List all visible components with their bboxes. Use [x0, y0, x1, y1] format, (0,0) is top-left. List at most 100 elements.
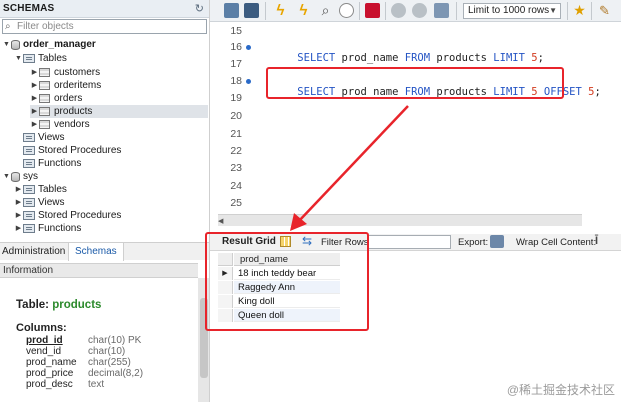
tree-folder-views[interactable]: Views [23, 131, 65, 144]
row-marker[interactable] [218, 281, 233, 294]
keyword: LIMIT [493, 52, 525, 64]
tree-folder-tables[interactable]: ▼ Tables [14, 52, 67, 65]
tree-sys-stored-procedures[interactable]: ▶ Stored Procedures [14, 209, 122, 222]
execute-current-icon[interactable]: ϟ [296, 3, 311, 18]
stop-icon[interactable] [339, 3, 354, 18]
limit-rows-value: Limit to 1000 rows [468, 5, 550, 16]
info-column-row: vend_id char(10) [26, 346, 125, 357]
sql-editor[interactable]: 15 16 17 18 19 20 21 22 23 24 25 SELECT … [210, 22, 621, 214]
collapsed-arrow-icon[interactable]: ▶ [30, 118, 39, 131]
execute-icon[interactable]: ϟ [273, 3, 288, 18]
tab-schemas[interactable]: Schemas [68, 243, 124, 261]
folder-icon [23, 158, 35, 168]
scroll-left-icon[interactable]: ◀ [218, 217, 223, 225]
refresh-icon[interactable]: ↻ [195, 2, 204, 15]
identifier: products [430, 86, 494, 98]
table-row[interactable]: Raggedy Ann [234, 281, 340, 294]
tree-sys-views[interactable]: ▶ Views [14, 196, 65, 209]
folder-icon [23, 211, 35, 220]
filter-objects-input[interactable] [17, 20, 202, 33]
information-header: Information [0, 263, 198, 278]
tree-table-vendors[interactable]: ▶ vendors [30, 118, 90, 131]
tree-label: Stored Procedures [38, 145, 122, 156]
folder-icon [23, 185, 35, 194]
table-icon [39, 107, 50, 116]
table-row[interactable]: King doll [234, 295, 340, 308]
commit-icon[interactable] [391, 3, 406, 18]
refresh-icon[interactable]: ⇆ [302, 234, 312, 248]
table-row[interactable]: 18 inch teddy bear [234, 267, 340, 280]
code-line-18[interactable]: SELECT prod_name FROM products LIMIT 5 O… [272, 74, 601, 110]
save-icon[interactable] [244, 3, 259, 18]
tree-label: Functions [38, 223, 82, 235]
export-icon[interactable] [490, 235, 504, 248]
tree-table-orderitems[interactable]: ▶ orderitems [30, 79, 101, 92]
bookmark-star-icon[interactable]: ★ [572, 3, 587, 18]
autocommit-icon[interactable] [434, 3, 449, 18]
scrollbar-thumb[interactable] [200, 298, 208, 378]
expanded-arrow-icon[interactable]: ▼ [2, 38, 11, 51]
filter-icon: ⌕ [5, 21, 11, 32]
tree-label: Functions [38, 158, 82, 169]
rollback-icon[interactable] [412, 3, 427, 18]
grid-icon[interactable] [280, 236, 291, 247]
number-literal: 5 [581, 86, 595, 98]
line-number: 22 [230, 145, 242, 157]
collapsed-arrow-icon[interactable]: ▶ [30, 66, 39, 79]
table-icon [39, 68, 50, 77]
filter-objects-box[interactable]: ⌕ [2, 19, 207, 34]
collapsed-arrow-icon[interactable]: ▶ [14, 209, 23, 222]
tree-label: Stored Procedures [38, 210, 122, 222]
identifier: prod_name [335, 86, 405, 98]
toolbar-divider [591, 2, 592, 20]
code-line-16[interactable]: SELECT prod_name FROM products LIMIT 5; [272, 40, 544, 76]
tree-db-sys[interactable]: ▼ sys [2, 170, 38, 183]
table-row[interactable]: Queen doll [234, 309, 340, 322]
information-scrollbar[interactable] [198, 278, 209, 402]
tree-table-orders[interactable]: ▶ orders [30, 92, 83, 105]
tree-label: orders [54, 93, 83, 105]
collapsed-arrow-icon[interactable]: ▶ [30, 105, 39, 118]
collapsed-arrow-icon[interactable]: ▶ [14, 222, 23, 235]
tab-administration[interactable]: Administration [2, 246, 65, 257]
collapsed-arrow-icon[interactable]: ▶ [14, 183, 23, 196]
tree-sys-functions[interactable]: ▶ Functions [14, 222, 82, 235]
collapsed-arrow-icon[interactable]: ▶ [30, 92, 39, 105]
wrap-cell-icon[interactable]: Ī [595, 235, 598, 247]
info-column-row: prod_desc text [26, 379, 104, 390]
navigator-tabs: Administration Schemas [0, 242, 209, 261]
expanded-arrow-icon[interactable]: ▼ [2, 170, 11, 183]
explain-icon[interactable]: ⌕ [318, 3, 333, 18]
beautify-brush-icon[interactable]: ✎ [597, 3, 612, 18]
line-number: 16 [230, 41, 242, 53]
line-number: 20 [230, 110, 242, 122]
folder-icon [23, 54, 35, 63]
editor-horizontal-scrollbar[interactable]: ◀ [218, 214, 582, 226]
tree-table-products[interactable]: ▶ products [30, 105, 208, 118]
tree-label: customers [54, 67, 101, 79]
result-grid[interactable]: prod_name ▶ 18 inch teddy bear Raggedy A… [218, 251, 350, 325]
info-column-row: prod_id char(10) PK [26, 335, 141, 346]
expanded-arrow-icon[interactable]: ▼ [14, 52, 23, 65]
row-marker[interactable] [218, 295, 233, 308]
filter-rows-input[interactable] [368, 235, 451, 249]
tree-label: Tables [38, 184, 67, 196]
row-marker[interactable] [218, 309, 233, 322]
tree-folder-functions[interactable]: Functions [23, 157, 81, 170]
column-header-prod-name[interactable]: prod_name [234, 253, 340, 266]
tree-sys-tables[interactable]: ▶ Tables [14, 183, 67, 196]
open-file-icon[interactable] [224, 3, 239, 18]
info-column-row: prod_name char(255) [26, 357, 131, 368]
collapsed-arrow-icon[interactable]: ▶ [30, 79, 39, 92]
tree-folder-stored-procedures[interactable]: Stored Procedures [23, 144, 121, 157]
tree-table-customers[interactable]: ▶ customers [30, 66, 100, 79]
result-grid-tab[interactable]: Result Grid [222, 236, 276, 247]
tree-label: Views [38, 132, 65, 143]
limit-rows-select[interactable]: Limit to 1000 rows ▼ [463, 3, 561, 19]
current-row-marker-icon[interactable]: ▶ [218, 267, 233, 280]
tree-db-order-manager[interactable]: ▼ order_manager [2, 38, 96, 51]
terminator: ; [594, 86, 601, 98]
navigator-panel: SCHEMAS ↻ ⌕ ▼order_manager ▼Tables ▶cust… [0, 0, 210, 402]
collapsed-arrow-icon[interactable]: ▶ [14, 196, 23, 209]
toggle-stop-on-error-icon[interactable] [365, 3, 380, 18]
